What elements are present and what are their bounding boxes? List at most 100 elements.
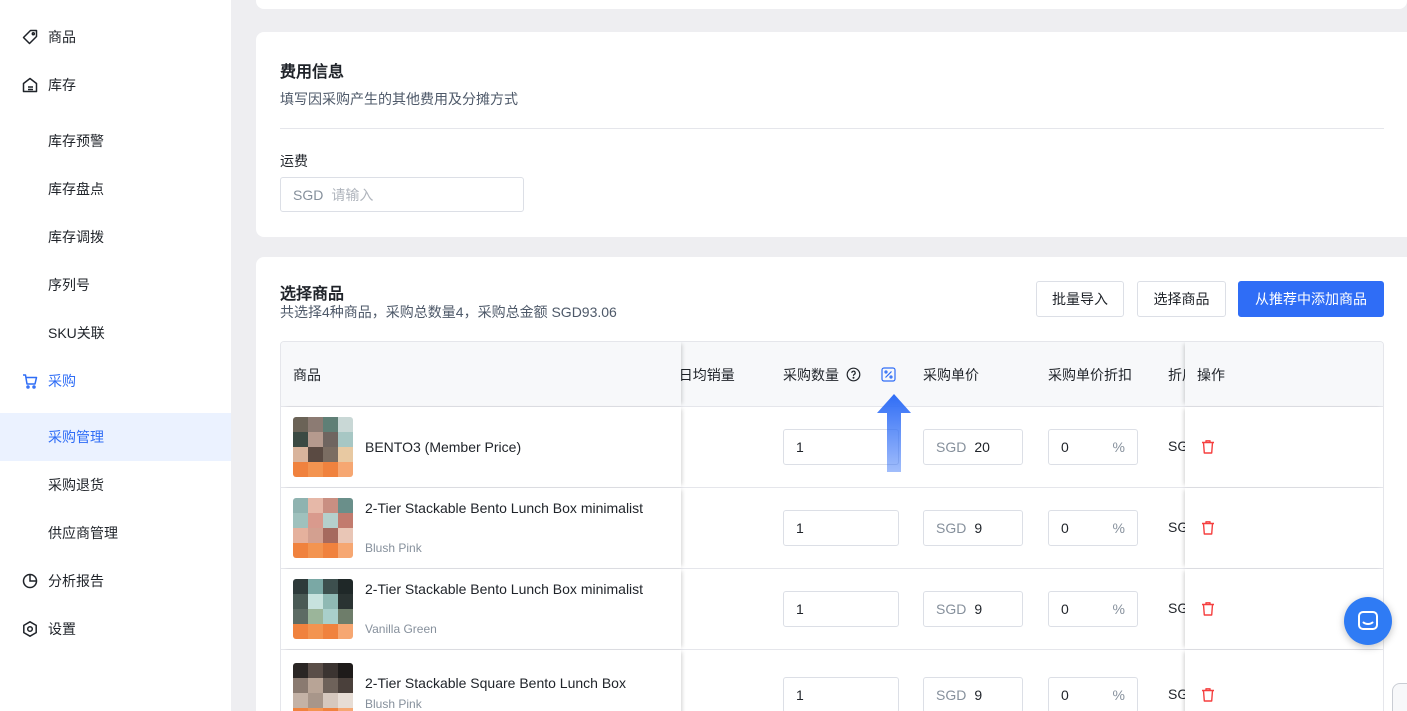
header-fixed-left: 商品 (281, 342, 681, 406)
quantity-input[interactable]: 1 (783, 677, 899, 711)
product-name: 2-Tier Stackable Bento Lunch Box minimal… (365, 581, 644, 597)
nav-products[interactable]: 商品 (0, 13, 231, 61)
nav-analytics[interactable]: 分析报告 (0, 557, 231, 605)
unit-price-input[interactable]: SGD 9 (923, 510, 1023, 546)
quantity-value: 1 (796, 520, 804, 536)
fee-info-description: 填写因采购产生的其他费用及分摊方式 (280, 91, 518, 107)
row-fixed-right (1185, 407, 1383, 487)
select-products-card: 选择商品 共选择4种商品，采购总数量4，采购总金额 SGD93.06 批量导入 … (256, 257, 1407, 711)
batch-import-button[interactable]: 批量导入 (1036, 281, 1124, 317)
purchase-cart-icon (21, 372, 39, 390)
quantity-value: 1 (796, 439, 804, 455)
product-name: 2-Tier Stackable Bento Lunch Box minimal… (365, 500, 644, 516)
batch-discount-icon[interactable] (881, 367, 896, 382)
currency-prefix: SGD (936, 687, 967, 703)
delete-icon[interactable] (1201, 439, 1215, 455)
quantity-input[interactable]: 1 (783, 591, 899, 627)
discount-value: 0 (1061, 687, 1069, 703)
nav-purchase-management[interactable]: 采购管理 (0, 413, 231, 461)
tag-icon (21, 28, 39, 46)
discount-input[interactable]: 0 % (1048, 591, 1138, 627)
nav-stock-transfer[interactable]: 库存调拨 (0, 213, 231, 261)
table-row: 1 SGD 9 0 % SG 2-Tier Stackable Bento Lu… (281, 569, 1383, 650)
shipping-fee-label: 运费 (280, 153, 308, 169)
unit-price-value: 20 (974, 439, 990, 455)
row-fixed-right (1185, 650, 1383, 711)
nav-settings[interactable]: 设置 (0, 605, 231, 653)
col-actions: 操作 (1197, 342, 1225, 407)
shipping-fee-input[interactable]: SGD 请输入 (280, 177, 524, 212)
delete-icon[interactable] (1201, 520, 1215, 536)
fee-info-title: 费用信息 (280, 64, 345, 81)
products-table: 5日均销量 采购数量 采购单价 采购单价折扣 折后 商品 操作 1 SGD 20… (280, 341, 1384, 711)
nav-stock-alert-label: 库存预警 (48, 133, 104, 149)
discount-value: 0 (1061, 439, 1069, 455)
chat-icon (1356, 609, 1380, 633)
quantity-value: 1 (796, 601, 804, 617)
nav-products-label: 商品 (48, 29, 76, 45)
discount-value: 0 (1061, 601, 1069, 617)
nav-analytics-label: 分析报告 (48, 573, 104, 589)
quantity-input[interactable]: 1 (783, 510, 899, 546)
warehouse-icon (21, 76, 39, 94)
percent-suffix: % (1112, 687, 1125, 703)
delete-icon[interactable] (1201, 687, 1215, 703)
nav-inventory[interactable]: 库存 (0, 61, 231, 109)
row-fixed-left: 2-Tier Stackable Bento Lunch Box minimal… (281, 569, 681, 649)
col-product-label: 商品 (293, 366, 321, 383)
nav-serial-number-label: 序列号 (48, 277, 90, 293)
product-thumbnail (293, 498, 353, 558)
nav-supplier-management[interactable]: 供应商管理 (0, 509, 231, 557)
table-row: 1 SGD 9 0 % SG 2-Tier Stackable Bento Lu… (281, 488, 1383, 569)
nav-sku-link[interactable]: SKU关联 (0, 309, 231, 357)
nav-purchase-label: 采购 (48, 373, 76, 389)
row-fixed-left: 2-Tier Stackable Bento Lunch Box minimal… (281, 488, 681, 568)
nav-stock-alert[interactable]: 库存预警 (0, 117, 231, 165)
discount-input[interactable]: 0 % (1048, 429, 1138, 465)
product-thumbnail (293, 417, 353, 477)
currency-prefix: SGD (936, 520, 967, 536)
percent-suffix: % (1112, 601, 1125, 617)
unit-price-input[interactable]: SGD 9 (923, 677, 1023, 711)
col-unit-price-label: 采购单价 (923, 366, 979, 383)
discount-input[interactable]: 0 % (1048, 677, 1138, 711)
discount-input[interactable]: 0 % (1048, 510, 1138, 546)
add-from-recommend-button[interactable]: 从推荐中添加商品 (1238, 281, 1384, 317)
sidebar: 商品 库存 库存预警 库存盘点 库存调拨 序列号 SKU关联 采购 采购管理 采… (0, 0, 231, 711)
product-thumbnail (293, 663, 353, 711)
product-name: 2-Tier Stackable Square Bento Lunch Box (365, 675, 626, 691)
currency-prefix: SGD (936, 601, 967, 617)
shipping-fee-placeholder: 请输入 (331, 186, 374, 203)
row-fixed-left: BENTO3 (Member Price) (281, 407, 681, 487)
nav-sku-link-label: SKU关联 (48, 325, 105, 341)
percent-suffix: % (1112, 439, 1125, 455)
nav-settings-label: 设置 (48, 621, 76, 637)
help-circle-icon[interactable] (846, 367, 861, 382)
delete-icon[interactable] (1201, 601, 1215, 617)
chat-support-button[interactable] (1344, 597, 1392, 645)
unit-price-input[interactable]: SGD 9 (923, 591, 1023, 627)
quantity-value: 1 (796, 687, 804, 703)
select-products-button[interactable]: 选择商品 (1137, 281, 1226, 317)
nav-purchase-return-label: 采购退货 (48, 477, 104, 493)
col-quantity-label: 采购数量 (783, 366, 839, 383)
table-row: 1 SGD 9 0 % SG 2-Tier Stackable Square B… (281, 650, 1383, 711)
nav-inventory-label: 库存 (48, 77, 76, 93)
nav-stock-count[interactable]: 库存盘点 (0, 165, 231, 213)
purchase-summary: 共选择4种商品，采购总数量4，采购总金额 SGD93.06 (280, 304, 617, 320)
nav-purchase-return[interactable]: 采购退货 (0, 461, 231, 509)
product-variant: Blush Pink (365, 697, 422, 711)
product-variant: Blush Pink (365, 541, 422, 555)
side-panel-tab[interactable] (1392, 683, 1407, 711)
nav-stock-count-label: 库存盘点 (48, 181, 104, 197)
unit-price-input[interactable]: SGD 20 (923, 429, 1023, 465)
unit-price-value: 9 (974, 687, 983, 703)
currency-prefix: SGD (293, 186, 324, 203)
nav-purchase-management-label: 采购管理 (48, 429, 104, 445)
nav-serial-number[interactable]: 序列号 (0, 261, 231, 309)
nav-purchase[interactable]: 采购 (0, 357, 231, 405)
nav-supplier-management-label: 供应商管理 (48, 525, 118, 541)
settings-icon (21, 620, 39, 638)
unit-price-value: 9 (974, 520, 983, 536)
unit-price-value: 9 (974, 601, 983, 617)
